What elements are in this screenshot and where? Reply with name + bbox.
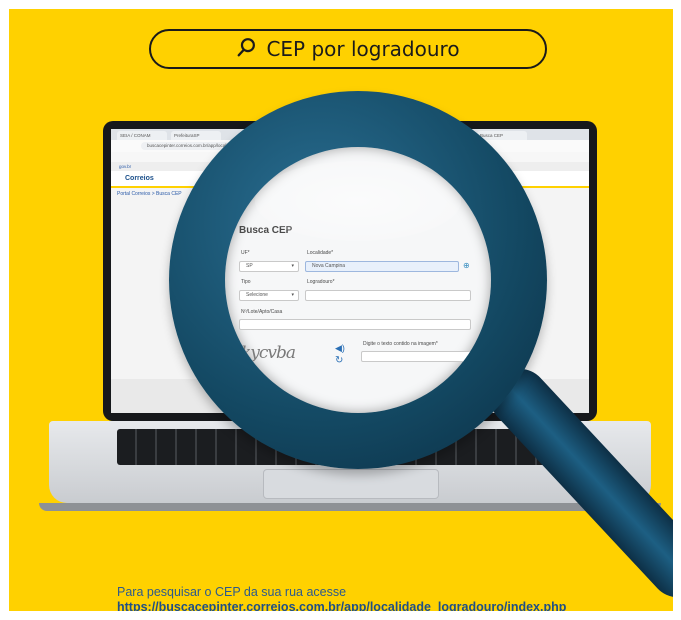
page-title: CEP por logradouro	[266, 37, 460, 61]
poster: CEP por logradouro SEIA / CONAM Prefeitu…	[9, 9, 673, 611]
tipo-label: Tipo	[241, 279, 251, 285]
audio-icon[interactable]: ◀)	[335, 343, 345, 354]
search-icon	[236, 36, 258, 63]
magnifier-lens: Busca CEP UF* SP ▾ Localidade* Nova Camp…	[225, 147, 491, 413]
browser-tab[interactable]: SEIA / CONAM	[117, 131, 167, 140]
uf-label: UF*	[241, 250, 250, 256]
info-icon[interactable]: ⊕	[463, 261, 470, 270]
logradouro-label: Logradouro*	[307, 279, 335, 285]
localidade-input[interactable]: Nova Campina	[305, 261, 459, 272]
refresh-icon[interactable]: ↻	[335, 355, 343, 366]
breadcrumb[interactable]: Portal Correios > Busca CEP	[117, 191, 182, 197]
footer-text: Para pesquisar o CEP da sua rua acesse	[117, 585, 347, 599]
uf-select[interactable]: SP ▾	[239, 261, 299, 272]
tipo-value: Selecione	[246, 292, 268, 298]
footer-url[interactable]: https://buscacepinter.correios.com.br/ap…	[117, 600, 566, 611]
complemento-label: Nº/Lote/Apto/Casa	[241, 309, 283, 315]
lens-glare	[255, 161, 461, 241]
captcha-label: Digite o texto contido na imagem*	[363, 341, 438, 347]
logradouro-input[interactable]	[305, 290, 471, 301]
localidade-label: Localidade*	[307, 250, 334, 256]
trackpad	[263, 469, 439, 499]
title-pill: CEP por logradouro	[149, 29, 547, 69]
browser-tab[interactable]: PrefeituraSP	[171, 131, 221, 140]
correios-logo[interactable]: Correios	[125, 175, 154, 182]
captcha-image: kycvba	[241, 343, 296, 363]
captcha-input[interactable]	[361, 351, 471, 362]
chevron-down-icon: ▾	[291, 263, 294, 269]
complemento-input[interactable]	[239, 319, 471, 330]
uf-value: SP	[246, 263, 253, 269]
laptop-edge	[39, 503, 661, 511]
tipo-select[interactable]: Selecione ▾	[239, 290, 299, 301]
chevron-down-icon: ▾	[291, 292, 294, 298]
